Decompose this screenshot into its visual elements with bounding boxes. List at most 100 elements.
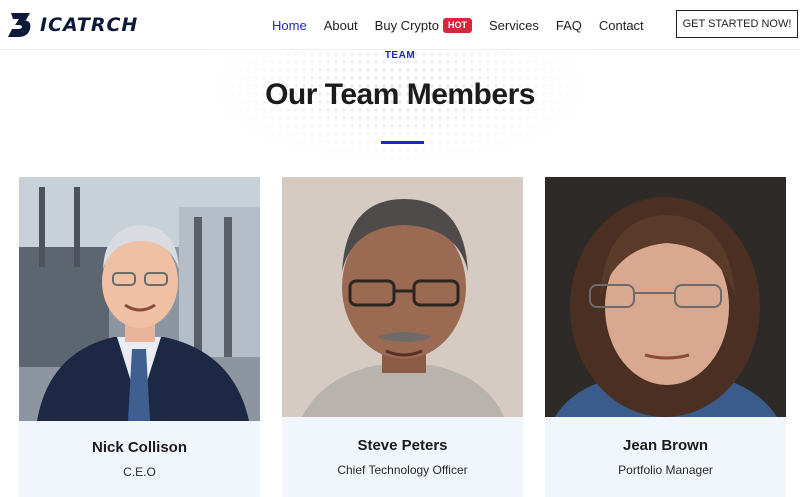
background-dot <box>247 61 249 63</box>
background-dot <box>382 132 386 136</box>
background-dot <box>335 141 337 143</box>
background-dot <box>390 116 394 120</box>
background-dot <box>231 61 233 63</box>
background-dot <box>471 173 473 175</box>
background-dot <box>494 68 498 72</box>
background-dot <box>343 173 345 175</box>
member-name: Nick Collison <box>91 439 188 456</box>
background-dot <box>334 60 338 64</box>
background-dot <box>302 116 306 120</box>
background-dot <box>470 116 474 120</box>
background-dot <box>343 141 345 143</box>
background-dot <box>527 133 529 135</box>
background-dot <box>431 165 433 167</box>
background-dot <box>207 125 209 127</box>
background-dot <box>215 69 217 71</box>
background-dot <box>374 60 378 64</box>
background-dot <box>263 141 265 143</box>
background-dot <box>295 141 297 143</box>
logo[interactable]: ICATRCH <box>8 9 138 41</box>
background-dot <box>287 61 289 63</box>
background-dot <box>295 157 297 159</box>
background-dot <box>535 157 537 159</box>
background-dot <box>422 60 426 64</box>
background-dot <box>335 157 337 159</box>
background-dot <box>431 173 433 175</box>
background-dot <box>263 69 265 71</box>
background-dot <box>479 165 481 167</box>
background-dot <box>263 61 265 63</box>
background-dot <box>263 149 265 151</box>
background-dot <box>255 149 257 151</box>
background-dot <box>342 68 346 72</box>
background-dot <box>399 165 401 167</box>
background-dot <box>599 61 601 63</box>
background-dot <box>327 141 329 143</box>
background-dot <box>430 116 434 120</box>
get-started-button[interactable]: GET STARTED NOW! <box>676 10 798 38</box>
background-dot <box>559 69 561 71</box>
background-dot <box>294 68 298 72</box>
nav-home[interactable]: Home <box>272 18 307 33</box>
background-dot <box>326 116 330 120</box>
background-dot <box>438 68 442 72</box>
background-dot <box>382 68 386 72</box>
background-dot <box>391 173 393 175</box>
background-dot <box>495 125 497 127</box>
background-dot <box>318 68 322 72</box>
background-dot <box>430 68 434 72</box>
background-dot <box>455 173 457 175</box>
background-dot <box>231 133 233 135</box>
background-dot <box>295 149 297 151</box>
background-dot <box>399 149 401 151</box>
background-dot <box>599 117 601 119</box>
background-dot <box>559 61 561 63</box>
background-dot <box>390 68 394 72</box>
background-dot <box>607 69 609 71</box>
background-dot <box>318 124 322 128</box>
background-dot <box>543 125 545 127</box>
background-dot <box>366 60 370 64</box>
background-dot <box>271 133 273 135</box>
title-underline <box>381 141 424 144</box>
background-dot <box>439 157 441 159</box>
background-dot <box>479 157 481 159</box>
background-dot <box>279 125 281 127</box>
nav-faq[interactable]: FAQ <box>556 18 582 33</box>
background-dot <box>310 116 314 120</box>
background-dot <box>527 157 529 159</box>
background-dot <box>383 165 385 167</box>
background-dot <box>358 124 362 128</box>
nav-about[interactable]: About <box>324 18 358 33</box>
background-dot <box>431 149 433 151</box>
background-dot <box>447 149 449 151</box>
background-dot <box>350 60 354 64</box>
background-dot <box>422 68 426 72</box>
background-dot <box>223 117 225 119</box>
nav-buy-crypto[interactable]: Buy Crypto HOT <box>375 17 472 33</box>
background-dot <box>479 141 481 143</box>
background-dot <box>366 124 370 128</box>
background-dot <box>527 149 529 151</box>
nav-contact[interactable]: Contact <box>599 18 644 33</box>
background-dot <box>398 68 402 72</box>
background-dot <box>279 61 281 63</box>
background-dot <box>422 124 426 128</box>
background-dot <box>438 116 442 120</box>
background-dot <box>551 125 553 127</box>
background-dot <box>375 157 377 159</box>
background-dot <box>551 69 553 71</box>
background-dot <box>239 125 241 127</box>
background-dot <box>247 133 249 135</box>
background-dot <box>287 133 289 135</box>
background-dot <box>271 125 273 127</box>
nav-services[interactable]: Services <box>489 18 539 33</box>
background-dot <box>471 133 473 135</box>
background-dot <box>311 125 313 127</box>
background-dot <box>335 173 337 175</box>
background-dot <box>367 149 369 151</box>
background-dot <box>471 149 473 151</box>
background-dot <box>415 173 417 175</box>
background-dot <box>430 132 434 136</box>
background-dot <box>559 141 561 143</box>
